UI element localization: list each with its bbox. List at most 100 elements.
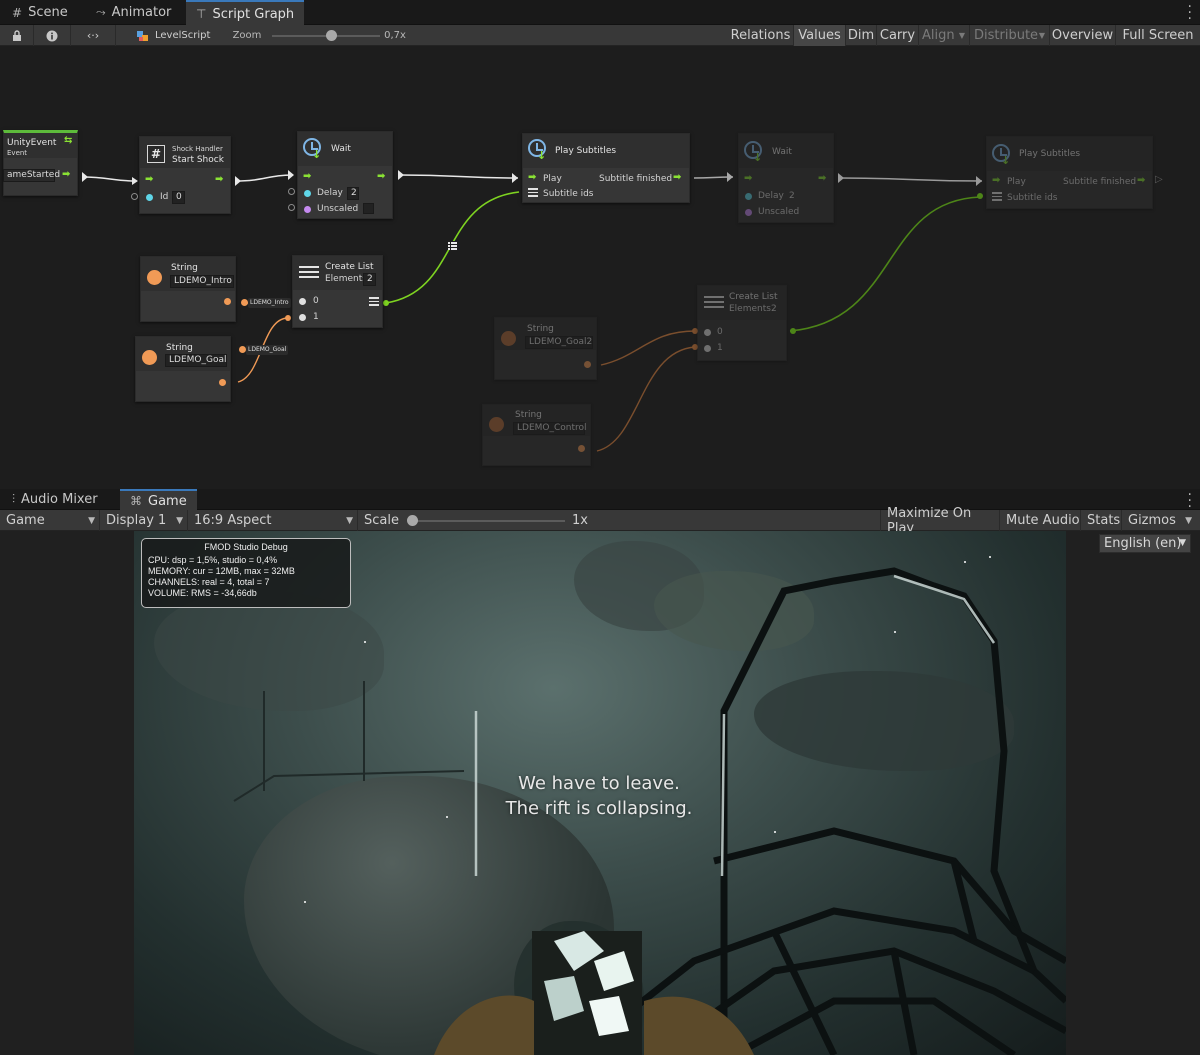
node-string-goal[interactable]: String LDEMO_Goal: [135, 336, 231, 402]
node-title: String: [515, 410, 542, 420]
game-viewport[interactable]: FMOD Studio Debug CPU: dsp = 1,5%, studi…: [134, 531, 1066, 1055]
aspect-dropdown[interactable]: 16:9 Aspect ▼: [188, 510, 358, 531]
scale-slider-track[interactable]: [408, 520, 565, 522]
script-graph-canvas[interactable]: UnityEvent Event ⇆ ameStarted ➡ # Shock …: [0, 46, 1200, 489]
flow-out-icon[interactable]: ➡: [215, 174, 223, 185]
node-play-subtitles-1[interactable]: ↓ Play Subtitles ➡ Play Subtitle finishe…: [522, 133, 690, 203]
node-shock-handler[interactable]: # Shock Handler Start Shock ➡ ➡ Id 0: [139, 136, 231, 214]
mute-audio-button[interactable]: Mute Audio: [1000, 510, 1081, 531]
asset-name[interactable]: LevelScript: [116, 25, 222, 46]
stats-button[interactable]: Stats: [1081, 510, 1122, 531]
tab-scene[interactable]: # Scene: [2, 0, 78, 25]
port-label: Play: [1007, 177, 1026, 187]
tab-script-graph[interactable]: ⊤ Script Graph: [186, 0, 305, 26]
language-dropdown[interactable]: English (en) ▼: [1099, 534, 1191, 553]
float-port[interactable]: [304, 190, 311, 197]
full-screen-button[interactable]: Full Screen: [1116, 25, 1200, 46]
flow-out-icon[interactable]: ➡: [1137, 175, 1145, 186]
fmod-cpu-line: CPU: dsp = 1,5%, studio = 0,4%: [148, 555, 278, 565]
node-wait-1[interactable]: ↓ Wait ➡ ➡ Delay 2 Unscaled: [297, 131, 393, 219]
node-play-subtitles-2[interactable]: ↓ Play Subtitles ➡ Play Subtitle finishe…: [986, 136, 1153, 209]
node-wait-2[interactable]: ↓ Wait ➡ ➡ Delay 2 Unscaled: [738, 133, 834, 223]
flow-in-icon[interactable]: ➡: [145, 174, 153, 185]
event-name-field[interactable]: ameStarted: [3, 169, 60, 182]
flow-out-connector[interactable]: ▷: [1155, 174, 1163, 185]
dim-button[interactable]: Dim: [846, 25, 877, 46]
input-port[interactable]: [704, 345, 711, 352]
port-connector[interactable]: [288, 204, 295, 211]
node-string-control[interactable]: String LDEMO_Control: [482, 404, 591, 466]
elements-count-field[interactable]: 2: [771, 304, 777, 314]
string-out-port[interactable]: [584, 361, 591, 368]
port-label: Subtitle finished: [599, 174, 673, 184]
bool-port[interactable]: [304, 206, 311, 213]
info-button[interactable]: [34, 25, 71, 46]
string-value-field[interactable]: LDEMO_Goal2: [525, 336, 593, 349]
list-port-icon[interactable]: [992, 192, 1002, 206]
tab-game[interactable]: ⌘ Game: [120, 489, 197, 511]
node-string-intro[interactable]: String LDEMO_Intro: [140, 256, 236, 322]
relations-button[interactable]: Relations: [728, 25, 794, 46]
align-dropdown[interactable]: Align ▼: [919, 25, 970, 46]
string-out-port[interactable]: [219, 379, 226, 386]
float-port[interactable]: [745, 193, 752, 200]
elements-label: Elements: [325, 274, 367, 284]
input-port[interactable]: [299, 298, 306, 305]
string-value-field[interactable]: LDEMO_Goal: [165, 354, 227, 367]
game-view[interactable]: FMOD Studio Debug CPU: dsp = 1,5%, studi…: [0, 531, 1200, 1055]
flow-out-icon[interactable]: ➡: [62, 169, 70, 180]
string-port[interactable]: [241, 299, 248, 306]
asset-name-label: LevelScript: [155, 30, 211, 41]
overview-button[interactable]: Overview: [1050, 25, 1116, 46]
string-value-field[interactable]: LDEMO_Control: [513, 422, 587, 435]
scale-slider-thumb[interactable]: [407, 515, 418, 526]
zoom-value: 0,7x: [384, 30, 406, 41]
id-field[interactable]: 0: [172, 191, 185, 204]
chevron-down-icon: ▼: [346, 515, 353, 526]
port-connector[interactable]: [131, 193, 138, 200]
string-out-port[interactable]: [224, 298, 231, 305]
list-out-port-icon[interactable]: [369, 297, 379, 311]
scale-value: 1x: [572, 513, 588, 528]
port-label: 0: [717, 327, 723, 337]
string-value-field[interactable]: LDEMO_Intro: [170, 275, 234, 288]
values-button[interactable]: Values: [794, 25, 846, 46]
delay-field[interactable]: 2: [347, 187, 359, 200]
flow-in-icon[interactable]: ➡: [992, 175, 1000, 186]
display-dropdown[interactable]: Display 1 ▼: [100, 510, 188, 531]
int-port[interactable]: [146, 194, 153, 201]
zoom-slider-thumb[interactable]: [326, 30, 338, 41]
node-string-goal2[interactable]: String LDEMO_Goal2: [494, 317, 597, 380]
string-out-port[interactable]: [578, 445, 585, 452]
port-connector[interactable]: [288, 188, 295, 195]
distribute-dropdown[interactable]: Distribute ▼: [970, 25, 1050, 46]
delay-field[interactable]: 2: [789, 191, 795, 201]
more-options-icon[interactable]: · · ·: [1188, 488, 1192, 514]
flow-out-icon[interactable]: ➡: [377, 171, 385, 182]
game-mode-dropdown[interactable]: Game ▼: [0, 510, 100, 531]
list-icon: [299, 266, 319, 280]
elements-count-field[interactable]: 2: [363, 273, 376, 286]
embed-button[interactable]: ‹·›: [71, 25, 116, 46]
bool-port[interactable]: [745, 209, 752, 216]
carry-button[interactable]: Carry: [877, 25, 919, 46]
flow-in-icon[interactable]: ➡: [303, 171, 311, 182]
node-create-list-2[interactable]: Create List Elements 2 0 1: [697, 285, 787, 361]
list-port-icon[interactable]: [528, 188, 538, 202]
gizmos-dropdown[interactable]: Gizmos ▼: [1122, 510, 1200, 531]
unscaled-checkbox[interactable]: [363, 203, 374, 214]
tab-audio-mixer[interactable]: ⫶ Audio Mixer: [2, 489, 108, 510]
node-unity-event[interactable]: UnityEvent Event ⇆ ameStarted ➡: [3, 130, 78, 196]
maximize-on-play-button[interactable]: Maximize On Play: [880, 506, 1000, 536]
input-port[interactable]: [299, 314, 306, 321]
tab-animator[interactable]: ⤳ Animator: [86, 0, 181, 25]
more-options-icon[interactable]: · · ·: [1188, 0, 1192, 26]
flow-in-icon[interactable]: ➡: [744, 173, 752, 184]
node-create-list-1[interactable]: Create List Elements 2 0 1: [292, 255, 383, 328]
flow-out-icon[interactable]: ➡: [818, 173, 826, 184]
input-port[interactable]: [704, 329, 711, 336]
flow-in-icon[interactable]: ➡: [528, 172, 536, 183]
lock-button[interactable]: [0, 25, 34, 46]
string-port[interactable]: [239, 346, 246, 353]
flow-out-icon[interactable]: ➡: [673, 172, 681, 183]
